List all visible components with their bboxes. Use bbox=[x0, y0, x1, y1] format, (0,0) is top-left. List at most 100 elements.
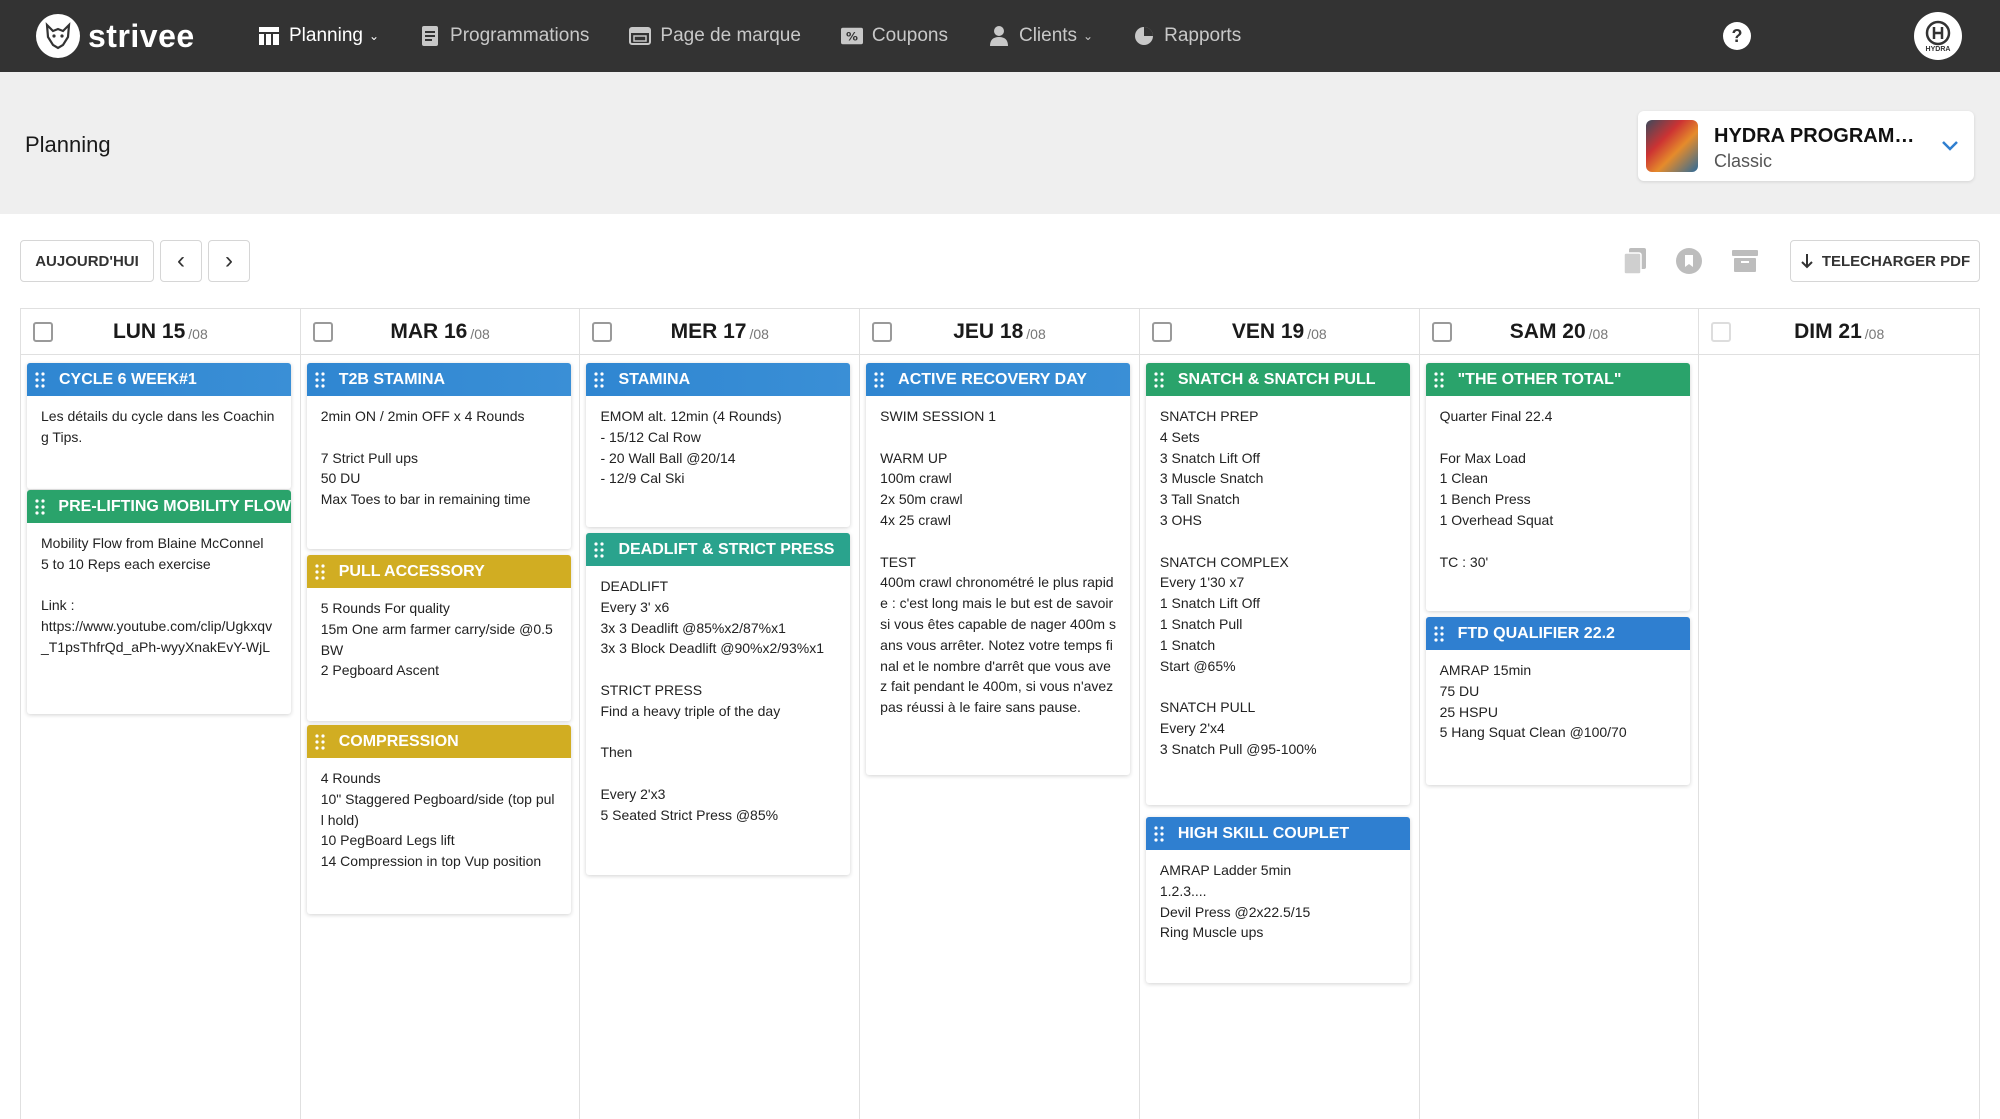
nav-programmations[interactable]: Programmations bbox=[419, 0, 589, 72]
workout-card-header[interactable]: PRE-LIFTING MOBILITY FLOW bbox=[27, 490, 291, 523]
workout-card-header[interactable]: SNATCH & SNATCH PULL bbox=[1145, 363, 1410, 396]
workout-description: SNATCH PREP 4 Sets 3 Snatch Lift Off 3 M… bbox=[1159, 408, 1317, 757]
workout-card[interactable]: SNATCH & SNATCH PULL SNATCH PREP 4 Sets 3… bbox=[1145, 363, 1410, 805]
day-label: LUN 15 bbox=[112, 319, 186, 343]
download-pdf-button[interactable]: TELECHARGER PDF bbox=[1790, 240, 1980, 282]
workout-card[interactable]: T2B STAMINA 2min ON / 2min OFF x 4 Rounds… bbox=[306, 363, 571, 549]
brand-name: strivee bbox=[88, 17, 195, 54]
nav-clients-label: Clients bbox=[1018, 25, 1078, 46]
day-select-checkbox[interactable] bbox=[312, 322, 333, 342]
day-select-checkbox[interactable] bbox=[1151, 322, 1172, 342]
day-column: SAM 20/08 "THE OTHER TOTAL" Quarter Final … bbox=[1419, 309, 1700, 1119]
day-month-suffix: /08 bbox=[1588, 325, 1609, 342]
workout-card-header[interactable]: ACTIVE RECOVERY DAY bbox=[866, 363, 1131, 396]
workout-description: AMRAP 15min 75 DU 25 HSPU 5 Hang Squat C… bbox=[1439, 662, 1627, 741]
drag-handle-icon[interactable] bbox=[594, 371, 608, 388]
workout-card-header[interactable]: CYCLE 6 WEEK#1 bbox=[27, 363, 291, 396]
prev-week-button[interactable]: ‹ bbox=[160, 240, 202, 282]
day-header: LUN 15/08 bbox=[21, 309, 300, 355]
workout-description: Mobility Flow from Blaine McConnel 5 to … bbox=[41, 535, 273, 655]
nav-rapports[interactable]: Rapports bbox=[1133, 0, 1241, 72]
workout-card-header[interactable]: PULL ACCESSORY bbox=[306, 555, 571, 588]
drag-handle-icon[interactable] bbox=[594, 541, 608, 558]
day-label: MER 17 bbox=[670, 319, 747, 343]
day-select-checkbox[interactable] bbox=[872, 322, 893, 342]
bookmark-icon[interactable] bbox=[1674, 246, 1704, 276]
avatar[interactable]: HYDRA bbox=[1914, 12, 1962, 60]
drag-handle-icon[interactable] bbox=[315, 563, 329, 580]
workout-card[interactable]: COMPRESSION 4 Rounds 10" Staggered Pegboa… bbox=[306, 725, 571, 914]
workout-card[interactable]: CYCLE 6 WEEK#1 Les détails du cycle dans … bbox=[27, 363, 291, 489]
workout-card[interactable]: HIGH SKILL COUPLET AMRAP Ladder 5min 1.2.… bbox=[1145, 817, 1410, 983]
day-month-suffix: /08 bbox=[470, 325, 490, 342]
today-button[interactable]: AUJOURD'HUI bbox=[20, 240, 154, 282]
drag-handle-icon[interactable] bbox=[315, 371, 329, 388]
workout-card-header[interactable]: T2B STAMINA bbox=[306, 363, 571, 396]
next-week-button[interactable]: › bbox=[208, 240, 250, 282]
workout-description: 5 Rounds For quality 15m One arm farmer … bbox=[320, 600, 553, 679]
workout-card-header[interactable]: FTD QUALIFIER 22.2 bbox=[1425, 617, 1690, 650]
workout-card-header[interactable]: HIGH SKILL COUPLET bbox=[1145, 817, 1410, 850]
brand[interactable]: strivee bbox=[36, 14, 195, 58]
drag-handle-icon[interactable] bbox=[1154, 371, 1168, 388]
drag-handle-icon[interactable] bbox=[35, 371, 49, 388]
workout-description: SWIM SESSION 1 WARM UP 100m crawl 2x 50m… bbox=[880, 408, 1116, 716]
copy-icon[interactable] bbox=[1620, 246, 1650, 276]
workout-title: SNATCH & SNATCH PULL bbox=[1177, 370, 1376, 388]
drag-handle-icon[interactable] bbox=[35, 498, 48, 515]
workout-card[interactable]: ACTIVE RECOVERY DAY SWIM SESSION 1 WARM U… bbox=[866, 363, 1131, 775]
day-month-suffix: /08 bbox=[749, 325, 769, 342]
archive-icon[interactable] bbox=[1730, 246, 1760, 276]
workout-card-header[interactable]: COMPRESSION bbox=[306, 725, 571, 758]
download-pdf-label: TELECHARGER PDF bbox=[1821, 252, 1971, 270]
workout-description: 2min ON / 2min OFF x 4 Rounds 7 Strict P… bbox=[320, 408, 531, 508]
hydra-logo-icon bbox=[1925, 20, 1951, 45]
program-selector[interactable]: HYDRA PROGRAMMI... Classic bbox=[1638, 111, 1974, 181]
nav-coupons[interactable]: % Coupons bbox=[840, 0, 948, 72]
workout-card-header[interactable]: DEADLIFT & STRICT PRESS bbox=[586, 533, 851, 566]
drag-handle-icon[interactable] bbox=[874, 371, 888, 388]
day-select-checkbox[interactable] bbox=[1431, 322, 1452, 342]
chevron-down-icon: ⌄ bbox=[368, 29, 380, 43]
workout-card[interactable]: "THE OTHER TOTAL" Quarter Final 22.4 For … bbox=[1425, 363, 1690, 611]
workout-description: Quarter Final 22.4 For Max Load 1 Clean … bbox=[1439, 408, 1554, 570]
planning-main: AUJOURD'HUI ‹ › TELECHARGER PDF LUN 15/0… bbox=[0, 214, 2000, 1119]
help-icon[interactable]: ? bbox=[1723, 22, 1751, 50]
nav-clients[interactable]: Clients ⌄ bbox=[988, 0, 1093, 72]
percent-tag-icon: % bbox=[840, 25, 863, 47]
day-header: MER 17/08 bbox=[580, 309, 860, 355]
nav-coupons-label: Coupons bbox=[871, 25, 948, 46]
drag-handle-icon[interactable] bbox=[315, 733, 329, 750]
nav-planning[interactable]: Planning ⌄ bbox=[258, 0, 379, 72]
workout-title: ACTIVE RECOVERY DAY bbox=[898, 370, 1087, 388]
day-header: MAR 16/08 bbox=[300, 309, 580, 355]
drag-handle-icon[interactable] bbox=[1154, 825, 1168, 842]
workout-card[interactable]: FTD QUALIFIER 22.2 AMRAP 15min 75 DU 25 H… bbox=[1425, 617, 1690, 785]
user-icon bbox=[988, 25, 1010, 47]
drag-handle-icon[interactable] bbox=[1433, 625, 1448, 642]
workout-description: EMOM alt. 12min (4 Rounds) - 15/12 Cal R… bbox=[600, 408, 782, 487]
day-select-checkbox[interactable] bbox=[1711, 322, 1732, 342]
workout-description: 4 Rounds 10" Staggered Pegboard/side (to… bbox=[320, 770, 555, 870]
workout-card[interactable]: STAMINA EMOM alt. 12min (4 Rounds) - 15/1… bbox=[586, 363, 851, 527]
day-select-checkbox[interactable] bbox=[33, 322, 53, 342]
day-month-suffix: /08 bbox=[1026, 325, 1046, 342]
workout-card[interactable]: PULL ACCESSORY 5 Rounds For quality 15m O… bbox=[306, 555, 571, 721]
workout-card[interactable]: DEADLIFT & STRICT PRESS DEADLIFT Every 3'… bbox=[586, 533, 851, 875]
arrow-down-icon bbox=[1801, 254, 1813, 269]
drag-handle-icon[interactable] bbox=[1433, 371, 1448, 388]
nav-page-de-marque[interactable]: Page de marque bbox=[629, 0, 801, 72]
workout-card-header[interactable]: "THE OTHER TOTAL" bbox=[1425, 363, 1690, 396]
workout-title: DEADLIFT & STRICT PRESS bbox=[618, 540, 835, 558]
nav-page-de-marque-label: Page de marque bbox=[660, 25, 801, 46]
workout-title: PULL ACCESSORY bbox=[338, 562, 485, 580]
day-header: JEU 18/08 bbox=[860, 309, 1139, 355]
day-month-suffix: /08 bbox=[1307, 325, 1327, 342]
page-title: Planning bbox=[25, 132, 111, 157]
day-label: SAM 20 bbox=[1509, 319, 1586, 343]
workout-card-header[interactable]: STAMINA bbox=[586, 363, 851, 396]
program-subtitle: Classic bbox=[1714, 151, 1773, 171]
document-icon bbox=[419, 25, 441, 47]
day-select-checkbox[interactable] bbox=[592, 322, 613, 342]
workout-card[interactable]: PRE-LIFTING MOBILITY FLOW Mobility Flow f… bbox=[27, 490, 291, 714]
